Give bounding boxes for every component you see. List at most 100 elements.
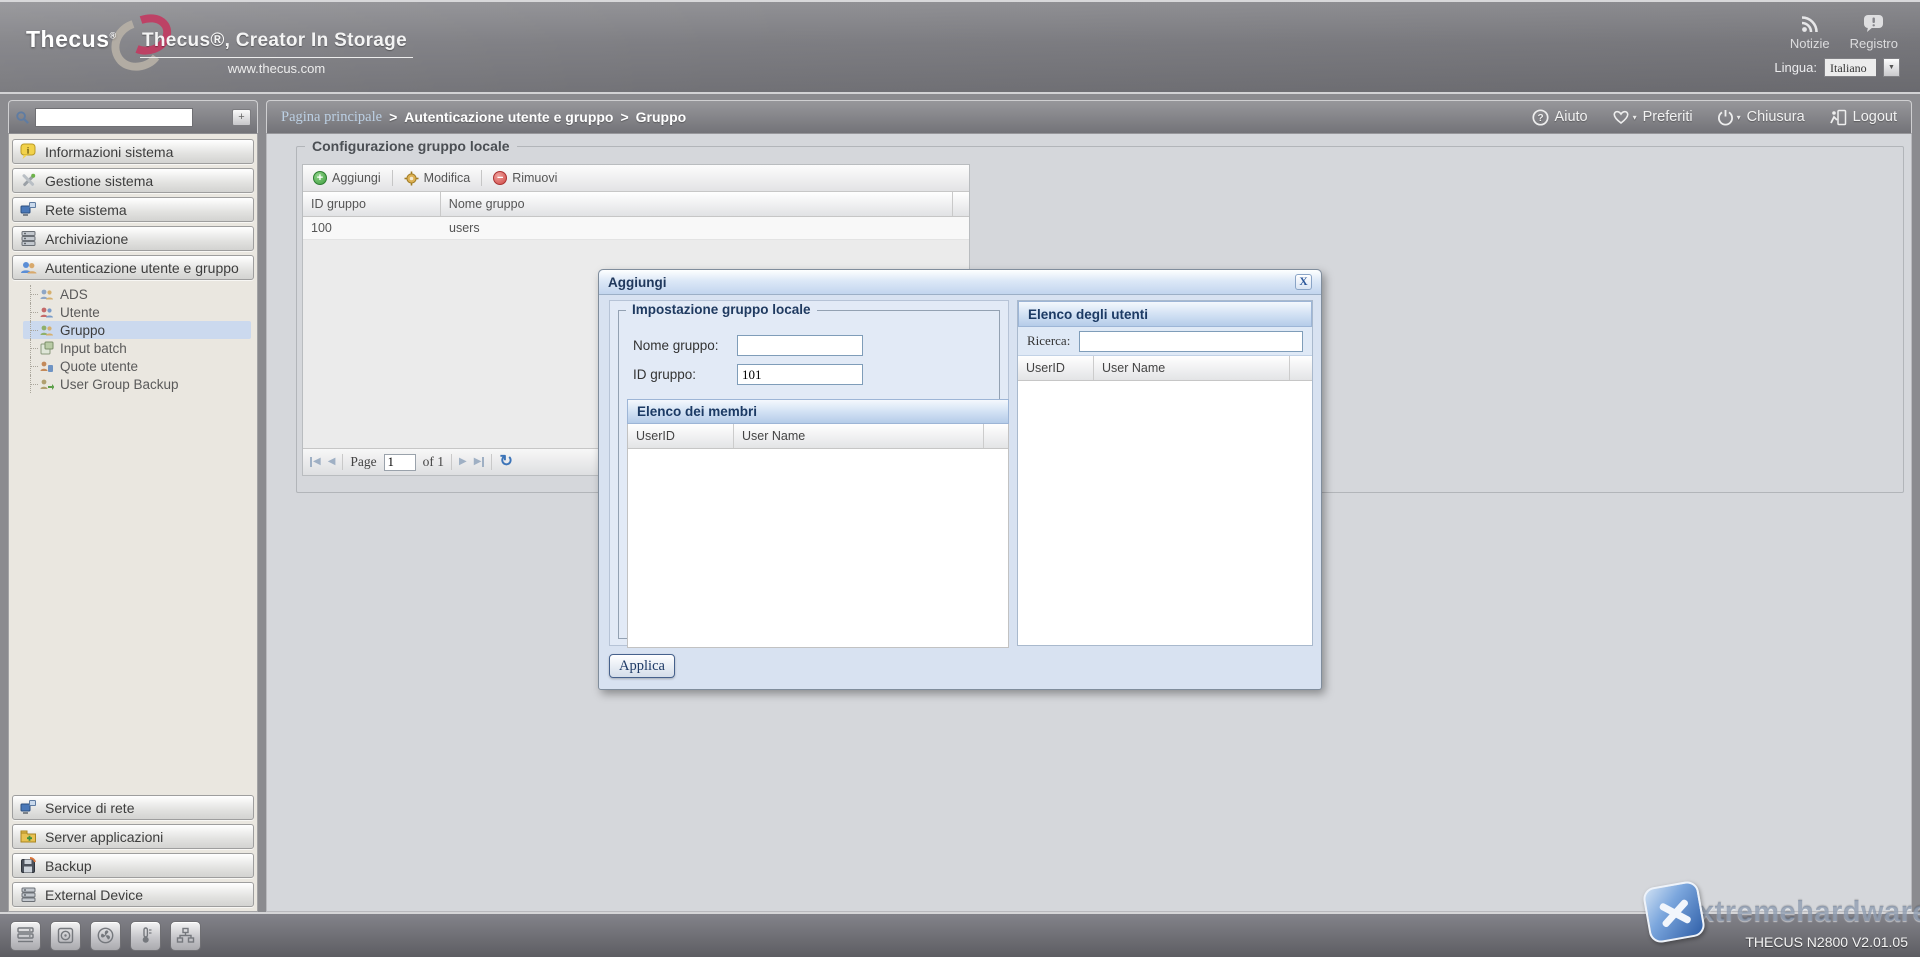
pager-separator [342, 454, 343, 470]
breadcrumb-home[interactable]: Pagina principale [281, 109, 382, 126]
dialog-title: Aggiungi [608, 275, 666, 290]
next-page-button[interactable]: ▶ [459, 457, 467, 467]
power-icon [1717, 109, 1734, 126]
chiusura-button[interactable]: ▾ Chiusura [1717, 109, 1805, 126]
notizie-link[interactable]: Notizie [1790, 14, 1830, 51]
last-page-button[interactable]: ▶ [474, 457, 485, 467]
dialog-titlebar[interactable]: Aggiungi X [599, 270, 1321, 295]
column-header-id-gruppo[interactable]: ID gruppo [303, 192, 441, 216]
registro-link[interactable]: Registro [1850, 14, 1898, 51]
submenu-item-gruppo[interactable]: Gruppo [23, 321, 251, 339]
disk-status-button[interactable] [50, 921, 81, 951]
ads-icon [39, 287, 54, 302]
cell-id-gruppo: 100 [303, 217, 441, 239]
id-gruppo-input[interactable] [737, 364, 863, 385]
search-icon [15, 110, 30, 125]
preferiti-caret-icon: ▾ [1633, 113, 1637, 122]
aggiungi-label: Aggiungi [332, 171, 381, 185]
column-header-userid[interactable]: UserID [1018, 356, 1094, 380]
close-icon[interactable]: X [1295, 274, 1312, 290]
modifica-button[interactable]: Modifica [399, 169, 476, 188]
breadcrumb-bar: Pagina principale > Autenticazione utent… [266, 100, 1912, 133]
auth-submenu: ADS Utente Gruppo Input batch Quote uten… [11, 282, 255, 396]
users-section-header: Elenco degli utenti [1018, 301, 1312, 327]
page-number-input[interactable] [384, 454, 416, 471]
rss-icon [1800, 14, 1820, 34]
refresh-icon[interactable]: ↻ [499, 454, 512, 470]
log-bubble-icon [1863, 14, 1884, 34]
aggiungi-button[interactable]: + Aggiungi [308, 169, 386, 187]
modifica-label: Modifica [424, 171, 471, 185]
breadcrumb-current: Gruppo [636, 109, 687, 125]
column-header-username[interactable]: User Name [734, 424, 984, 448]
submenu-item-utente[interactable]: Utente [23, 303, 251, 321]
column-header-nome-gruppo[interactable]: Nome gruppo [441, 192, 953, 216]
fan-icon [96, 926, 115, 945]
grid-toolbar: + Aggiungi Modifica [303, 165, 969, 192]
fan-status-button[interactable] [90, 921, 121, 951]
language-dropdown-arrow-icon[interactable]: ▼ [1883, 58, 1900, 77]
folder-plus-icon [20, 828, 37, 845]
language-select[interactable]: Italiano [1824, 58, 1876, 77]
sidebar-item-server-applicazioni[interactable]: Server applicazioni [12, 824, 254, 849]
rimuovi-button[interactable]: − Rimuovi [488, 169, 562, 187]
breadcrumb-section: Autenticazione utente e gruppo [404, 109, 613, 125]
logout-label: Logout [1853, 109, 1897, 125]
sidebar-add-button[interactable]: + [232, 109, 251, 126]
cell-nome-gruppo: users [441, 217, 954, 239]
sidebar-item-label: Server applicazioni [45, 829, 163, 845]
prev-page-button[interactable]: ◀ [328, 457, 336, 467]
sidebar-item-label: Backup [45, 858, 92, 874]
top-banner: Thecus® Thecus®, Creator In Storage www.… [0, 0, 1920, 94]
sidebar-item-archiviazione[interactable]: Archiviazione [12, 226, 254, 251]
gear-edit-icon [404, 171, 419, 186]
sidebar-item-label: Autenticazione utente e gruppo [45, 260, 239, 276]
dialog-footer: Applica [609, 651, 1311, 681]
submenu-item-label: ADS [60, 287, 88, 302]
chiusura-caret-icon: ▾ [1737, 113, 1741, 122]
id-gruppo-label: ID gruppo: [633, 367, 737, 382]
submenu-item-label: Quote utente [60, 359, 138, 374]
column-header-userid[interactable]: UserID [628, 424, 734, 448]
network-status-button[interactable] [170, 921, 201, 951]
sidebar-item-service-di-rete[interactable]: Service di rete [12, 795, 254, 820]
column-header-username[interactable]: User Name [1094, 356, 1290, 380]
submenu-item-input-batch[interactable]: Input batch [23, 339, 251, 357]
group-settings-legend: Impostazione gruppo locale [626, 302, 817, 317]
gruppo-icon [39, 323, 54, 338]
quote-utente-icon [39, 359, 54, 374]
table-row[interactable]: 100 users [303, 217, 969, 240]
temperature-status-button[interactable] [130, 921, 161, 951]
ricerca-input[interactable] [1079, 331, 1303, 352]
system-status-button[interactable] [10, 921, 41, 951]
toolbar-separator [481, 170, 482, 186]
sidebar-item-rete-sistema[interactable]: Rete sistema [12, 197, 254, 222]
applica-button[interactable]: Applica [609, 654, 675, 678]
lingua-label: Lingua: [1774, 60, 1817, 75]
nome-gruppo-input[interactable] [737, 335, 863, 356]
breadcrumb-separator: > [620, 109, 628, 125]
submenu-item-ads[interactable]: ADS [23, 285, 251, 303]
submenu-item-user-group-backup[interactable]: User Group Backup [23, 375, 251, 393]
sidebar-item-gestione-sistema[interactable]: Gestione sistema [12, 168, 254, 193]
sidebar-item-informazioni-sistema[interactable]: i Informazioni sistema [12, 139, 254, 164]
sidebar-item-backup[interactable]: Backup [12, 853, 254, 878]
column-header-spacer [1290, 356, 1312, 380]
external-device-icon [20, 886, 37, 903]
sidebar-search-input[interactable] [35, 108, 193, 127]
page-label: Page [350, 454, 376, 470]
submenu-item-label: User Group Backup [60, 377, 179, 392]
grid-header-row: ID gruppo Nome gruppo [303, 192, 969, 217]
preferiti-button[interactable]: ▾ Preferiti [1612, 109, 1693, 125]
aiuto-label: Aiuto [1555, 109, 1588, 125]
logout-button[interactable]: Logout [1829, 109, 1897, 126]
panel-title: Configurazione gruppo locale [305, 138, 517, 154]
sidebar-item-autenticazione-utente-e-gruppo[interactable]: Autenticazione utente e gruppo [12, 255, 254, 280]
users-icon [20, 259, 37, 276]
sidebar-item-external-device[interactable]: External Device [12, 882, 254, 907]
aiuto-button[interactable]: ? Aiuto [1532, 109, 1588, 126]
submenu-item-quote-utente[interactable]: Quote utente [23, 357, 251, 375]
sidebar-item-label: External Device [45, 887, 143, 903]
tagline: Thecus®, Creator In Storage [140, 30, 413, 58]
first-page-button[interactable]: ◀ [310, 457, 321, 467]
